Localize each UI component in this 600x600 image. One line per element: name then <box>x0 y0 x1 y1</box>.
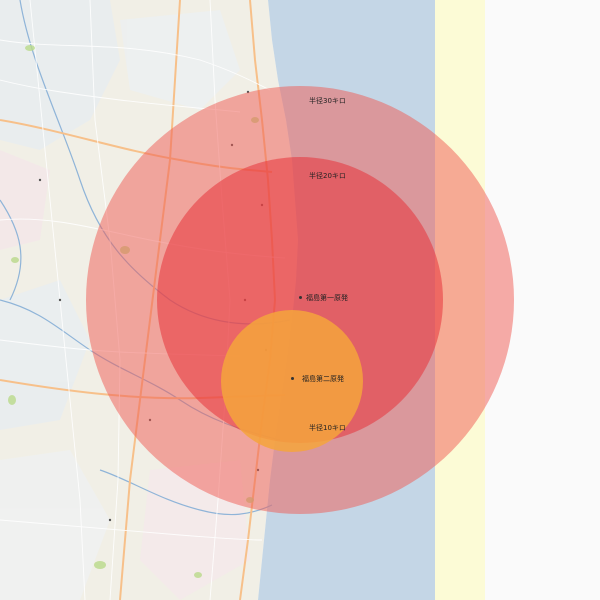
label-daiichi-plant: 福島第一原発 <box>306 294 348 302</box>
daiichi-plant-marker[interactable] <box>299 296 302 299</box>
label-radius-10km: 半径10キロ <box>309 424 346 432</box>
map-view[interactable]: 半径30キロ 半径20キロ 半径10キロ 福島第一原発 福島第二原発 <box>0 0 600 600</box>
label-radius-20km: 半径20キロ <box>309 172 346 180</box>
label-radius-30km: 半径30キロ <box>309 97 346 105</box>
label-daini-plant: 福島第二原発 <box>302 375 344 383</box>
map-canvas[interactable] <box>0 0 600 600</box>
daini-plant-marker[interactable] <box>291 377 294 380</box>
